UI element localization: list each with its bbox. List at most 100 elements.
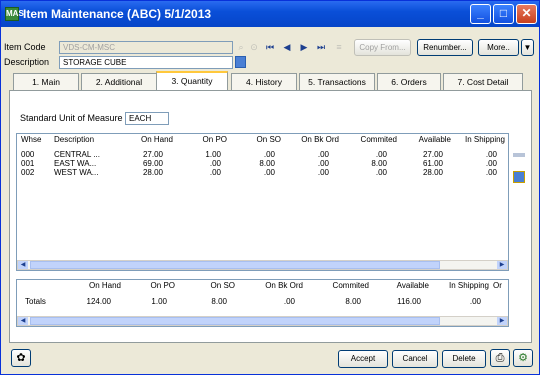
print-icon[interactable]: ⎙ [490, 349, 510, 367]
column-header[interactable]: On Hand [117, 134, 173, 146]
settings-icon[interactable]: ⚙ [513, 349, 533, 367]
scroll-left-icon[interactable]: ◀ [18, 261, 28, 269]
lookup-icon[interactable]: ⌕ [236, 42, 246, 53]
close-button[interactable]: ✕ [516, 4, 537, 24]
item-code-input[interactable]: VDS-CM-MSC [59, 41, 233, 54]
column-header[interactable]: Description [54, 134, 94, 146]
tab-cost-detail[interactable]: 7. Cost Detail [443, 73, 523, 91]
table-cell: 27.00 [422, 150, 443, 159]
column-header[interactable]: Whse [21, 134, 41, 146]
first-record-icon[interactable]: ⏮ [265, 42, 275, 53]
table-cell: 8.00 [371, 159, 387, 168]
totals-cell: 124.00 [86, 297, 111, 306]
table-cell: .00 [317, 150, 329, 159]
table-cell: 28.00 [422, 168, 443, 177]
scroll-thumb[interactable] [30, 261, 440, 269]
table-cell: 27.00 [142, 150, 163, 159]
column-header[interactable]: Commited [343, 134, 397, 146]
totals-grid: On Hand On PO On SO On Bk Ord Commited A… [16, 279, 509, 327]
description-input[interactable]: STORAGE CUBE [59, 56, 233, 69]
totals-column-header: In Shipping [448, 281, 489, 290]
totals-cell: .00 [469, 297, 481, 306]
column-header[interactable]: On PO [177, 134, 227, 146]
copy-from-button[interactable]: Copy From... [354, 39, 411, 56]
totals-cell: 8.00 [345, 297, 361, 306]
tab-additional[interactable]: 2. Additional [81, 73, 157, 91]
last-record-icon[interactable]: ⏭ [316, 42, 326, 53]
table-cell: 61.00 [422, 159, 443, 168]
next-record-icon[interactable]: ▶ [299, 42, 309, 53]
totals-cell: 8.00 [211, 297, 227, 306]
scroll-left-icon[interactable]: ◀ [18, 317, 28, 325]
totals-column-header: On SO [210, 281, 235, 290]
table-cell: 001 [21, 159, 35, 168]
more-button[interactable]: More.. [478, 39, 519, 56]
column-header[interactable]: On Bk Ord [285, 134, 339, 146]
table-cell: .00 [263, 168, 275, 177]
totals-column-header: Or [493, 281, 502, 290]
footer-bar: ✿ Accept Cancel Delete ⎙ ⚙ [1, 345, 539, 375]
description-label: Description [4, 57, 50, 67]
tab-main[interactable]: 1. Main [13, 73, 79, 91]
minimize-button[interactable]: _ [470, 4, 491, 24]
previous-record-icon[interactable]: ◀ [282, 42, 292, 53]
maximize-button[interactable]: □ [493, 4, 514, 24]
title-bar: MAS Item Maintenance (ABC) 5/1/2013 _ □ … [1, 1, 539, 27]
row-marker-icon [513, 153, 525, 157]
table-cell: .00 [485, 150, 497, 159]
table-cell: 28.00 [142, 168, 163, 177]
uom-input[interactable]: EACH [125, 112, 169, 125]
totals-cell: 116.00 [397, 297, 421, 306]
totals-cell: 1.00 [151, 297, 167, 306]
totals-cell: .00 [283, 297, 295, 306]
cancel-button[interactable]: Cancel [392, 350, 438, 368]
table-cell: .00 [263, 150, 275, 159]
list-icon[interactable]: ≡ [334, 42, 344, 53]
totals-column-header: On PO [150, 281, 175, 290]
tab-quantity[interactable]: 3. Quantity [156, 71, 228, 91]
item-maintenance-window: MAS Item Maintenance (ABC) 5/1/2013 _ □ … [0, 0, 540, 375]
memo-icon[interactable] [235, 56, 246, 68]
delete-button[interactable]: Delete [442, 350, 486, 368]
table-cell: CENTRAL ... [54, 150, 100, 159]
search-icon[interactable]: ⊙ [249, 42, 259, 53]
scroll-right-icon[interactable]: ▶ [497, 261, 507, 269]
warehouse-horizontal-scrollbar[interactable]: ◀ ▶ [17, 260, 508, 270]
table-cell: .00 [317, 168, 329, 177]
table-cell: 8.00 [259, 159, 275, 168]
totals-label: Totals [25, 297, 46, 306]
totals-horizontal-scrollbar[interactable]: ◀ ▶ [17, 316, 508, 326]
table-cell: 000 [21, 150, 35, 159]
column-header[interactable]: In Shipping [453, 134, 505, 146]
scroll-thumb[interactable] [30, 317, 440, 325]
warehouse-grid: Whse Description On Hand On PO On SO On … [16, 133, 509, 271]
totals-column-header: Available [396, 281, 429, 290]
table-cell: .00 [485, 168, 497, 177]
renumber-button[interactable]: Renumber... [417, 39, 473, 56]
accept-button[interactable]: Accept [338, 350, 388, 368]
column-header[interactable]: Available [399, 134, 451, 146]
table-cell: .00 [485, 159, 497, 168]
item-code-label: Item Code [4, 42, 46, 52]
uom-label: Standard Unit of Measure [20, 113, 123, 123]
scroll-right-icon[interactable]: ▶ [497, 317, 507, 325]
totals-column-header: On Hand [88, 281, 121, 290]
table-cell: 002 [21, 168, 35, 177]
quantity-panel: Standard Unit of Measure EACH Whse Descr… [9, 90, 532, 343]
tab-bar: 1. Main 2. Additional 3. Quantity 4. His… [9, 71, 531, 91]
window-title: Item Maintenance (ABC) 5/1/2013 [23, 7, 212, 21]
table-cell: .00 [209, 159, 221, 168]
table-cell: 69.00 [142, 159, 163, 168]
tab-history[interactable]: 4. History [231, 73, 297, 91]
tab-orders[interactable]: 6. Orders [377, 73, 441, 91]
table-cell: 1.00 [205, 150, 221, 159]
column-header[interactable]: On SO [231, 134, 281, 146]
tab-transactions[interactable]: 5. Transactions [299, 73, 375, 91]
table-cell: EAST WA... [54, 159, 97, 168]
notes-icon[interactable] [513, 171, 525, 183]
totals-column-header: Commited [332, 281, 369, 290]
totals-column-header: On Bk Ord [265, 281, 303, 290]
table-cell: WEST WA... [54, 168, 99, 177]
more-dropdown-icon[interactable]: ▼ [521, 39, 534, 56]
help-icon[interactable]: ✿ [11, 349, 31, 367]
